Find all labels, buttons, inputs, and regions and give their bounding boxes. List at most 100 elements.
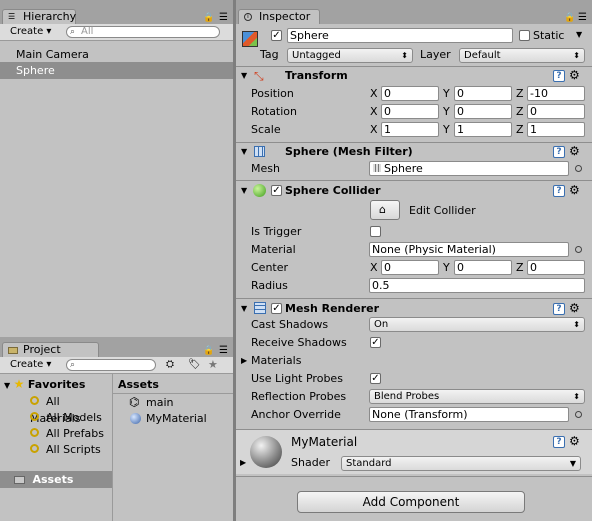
edit-collider-button[interactable]: ⌂ bbox=[370, 200, 400, 220]
scale-y-field[interactable]: 1 bbox=[454, 122, 512, 137]
help-icon[interactable]: ? bbox=[553, 146, 565, 158]
static-checkbox[interactable] bbox=[519, 30, 530, 41]
y-axis-label: Y bbox=[443, 105, 450, 118]
fold-right-arrow-icon[interactable]: ▶ bbox=[240, 458, 246, 467]
lock-icon[interactable]: 🔒 bbox=[203, 13, 214, 23]
favorites-header[interactable]: ▼ ★ Favorites bbox=[0, 376, 112, 393]
hierarchy-panel: Create ▾ ⌕ All Main Camera Sphere bbox=[0, 24, 233, 337]
fold-arrow-icon[interactable]: ▼ bbox=[241, 300, 247, 318]
center-z-field[interactable]: 0 bbox=[527, 260, 585, 275]
gear-icon[interactable]: ⚙ bbox=[569, 69, 580, 81]
assets-folder-item[interactable]: Assets bbox=[0, 471, 112, 488]
lock-icon[interactable]: 🔒 bbox=[203, 346, 214, 356]
active-checkbox[interactable]: ✓ bbox=[271, 30, 282, 41]
sphere-collider-header[interactable]: ▼ ✓ Sphere Collider ? ⚙ bbox=[236, 182, 592, 200]
gear-icon[interactable]: ⚙ bbox=[569, 302, 580, 314]
asset-item-main[interactable]: ⌬ main bbox=[113, 394, 233, 411]
center-y-field[interactable]: 0 bbox=[454, 260, 512, 275]
panel-menu-icon[interactable]: ☰ bbox=[219, 345, 228, 356]
materials-foldout[interactable]: ▶ Materials bbox=[240, 352, 360, 369]
position-x-field[interactable]: 0 bbox=[381, 86, 439, 101]
help-icon[interactable]: ? bbox=[553, 303, 565, 315]
tab-project-label: Project bbox=[23, 343, 61, 356]
static-dropdown-icon[interactable]: ▼ bbox=[576, 30, 582, 39]
renderer-enabled-checkbox[interactable]: ✓ bbox=[271, 303, 282, 314]
reflection-probes-dropdown[interactable]: Blend Probes ⬍ bbox=[369, 389, 585, 404]
project-search-input[interactable]: ⌕ bbox=[66, 359, 156, 371]
panel-menu-icon[interactable]: ☰ bbox=[219, 12, 228, 23]
object-picker-icon[interactable] bbox=[575, 165, 582, 172]
tab-project[interactable]: Project bbox=[2, 342, 99, 357]
help-icon[interactable]: ? bbox=[553, 70, 565, 82]
favorite-item[interactable]: All Scripts bbox=[0, 441, 112, 458]
hierarchy-item-label: Main Camera bbox=[16, 48, 89, 61]
use-light-probes-checkbox[interactable]: ✓ bbox=[370, 373, 381, 384]
asset-item-mymaterial[interactable]: MyMaterial bbox=[113, 410, 233, 427]
tag-dropdown[interactable]: Untagged ⬍ bbox=[287, 48, 413, 63]
panel-menu-icon[interactable]: ☰ bbox=[578, 12, 587, 23]
rotation-z-field[interactable]: 0 bbox=[527, 104, 585, 119]
rotation-y-field[interactable]: 0 bbox=[454, 104, 512, 119]
y-axis-label: Y bbox=[443, 123, 450, 136]
position-z-field[interactable]: -10 bbox=[527, 86, 585, 101]
lock-icon[interactable]: 🔒 bbox=[564, 13, 575, 23]
search-icon: ⌕ bbox=[70, 360, 76, 370]
object-picker-icon[interactable] bbox=[575, 411, 582, 418]
favorite-item[interactable]: All Models bbox=[0, 409, 112, 426]
favorite-item[interactable]: All Prefabs bbox=[0, 425, 112, 442]
assets-folder-label: Assets bbox=[32, 473, 74, 486]
mesh-grid-icon bbox=[254, 146, 265, 157]
gear-icon[interactable]: ⚙ bbox=[569, 184, 580, 196]
help-icon[interactable]: ? bbox=[553, 436, 565, 448]
receive-shadows-label: Receive Shadows bbox=[251, 336, 347, 349]
fold-arrow-icon[interactable]: ▼ bbox=[241, 143, 247, 161]
center-x-field[interactable]: 0 bbox=[381, 260, 439, 275]
y-axis-label: Y bbox=[443, 261, 450, 274]
cast-shadows-dropdown[interactable]: On ⬍ bbox=[369, 317, 585, 332]
search-icon: ⌕ bbox=[70, 27, 76, 37]
scale-x-field[interactable]: 1 bbox=[381, 122, 439, 137]
mesh-filter-header[interactable]: ▼ Sphere (Mesh Filter) ? ⚙ bbox=[236, 143, 592, 161]
transform-header[interactable]: ▼ ⤡ Transform ? ⚙ bbox=[236, 67, 592, 85]
anchor-override-field[interactable]: None (Transform) bbox=[369, 407, 569, 422]
gear-icon[interactable]: ⚙ bbox=[569, 435, 580, 447]
filter-by-label-icon[interactable]: 🏷 bbox=[188, 359, 201, 370]
material-sphere-icon bbox=[130, 413, 141, 424]
layer-dropdown[interactable]: Default ⬍ bbox=[459, 48, 585, 63]
project-assets-view: Assets ⌬ main MyMaterial bbox=[113, 374, 233, 521]
hierarchy-search-input[interactable]: ⌕ All bbox=[66, 26, 220, 38]
hierarchy-create-button[interactable]: Create ▾ bbox=[6, 25, 55, 39]
fold-arrow-icon[interactable]: ▼ bbox=[241, 67, 247, 85]
add-component-button[interactable]: Add Component bbox=[297, 491, 525, 513]
physic-material-field[interactable]: None (Physic Material) bbox=[369, 242, 569, 257]
tab-hierarchy[interactable]: ☰ Hierarchy bbox=[2, 9, 76, 24]
hierarchy-item-main-camera[interactable]: Main Camera bbox=[0, 46, 233, 63]
fold-arrow-icon[interactable]: ▼ bbox=[241, 182, 247, 200]
project-create-button[interactable]: Create ▾ bbox=[6, 358, 55, 372]
filter-by-type-icon[interactable]: ⛭ bbox=[166, 359, 174, 370]
object-name-field[interactable]: Sphere bbox=[287, 28, 513, 43]
receive-shadows-checkbox[interactable]: ✓ bbox=[370, 337, 381, 348]
z-axis-label: Z bbox=[516, 261, 524, 274]
rotation-x-field[interactable]: 0 bbox=[381, 104, 439, 119]
mesh-label: Mesh bbox=[251, 162, 280, 175]
scale-z-field[interactable]: 1 bbox=[527, 122, 585, 137]
shader-dropdown[interactable]: Standard ▼ bbox=[341, 456, 581, 471]
position-y-field[interactable]: 0 bbox=[454, 86, 512, 101]
object-picker-icon[interactable] bbox=[575, 246, 582, 253]
is-trigger-checkbox[interactable] bbox=[370, 226, 381, 237]
mesh-object-field[interactable]: Sphere bbox=[369, 161, 569, 176]
mesh-filter-title: Sphere (Mesh Filter) bbox=[285, 145, 413, 158]
favorite-item[interactable]: All Materials bbox=[0, 393, 112, 425]
hierarchy-item-sphere[interactable]: Sphere bbox=[0, 62, 233, 79]
unity-scene-icon: ⌬ bbox=[129, 395, 140, 409]
favorite-star-icon[interactable]: ★ bbox=[208, 358, 218, 371]
collider-enabled-checkbox[interactable]: ✓ bbox=[271, 185, 282, 196]
gameobject-cube-icon bbox=[240, 29, 260, 49]
panel-splitter[interactable] bbox=[233, 0, 236, 521]
help-icon[interactable]: ? bbox=[553, 185, 565, 197]
radius-field[interactable]: 0.5 bbox=[369, 278, 585, 293]
inspector-panel: ✓ Sphere Static ▼ Tag Untagged ⬍ Layer De… bbox=[236, 24, 592, 521]
tab-inspector[interactable]: i Inspector bbox=[238, 9, 320, 24]
gear-icon[interactable]: ⚙ bbox=[569, 145, 580, 157]
